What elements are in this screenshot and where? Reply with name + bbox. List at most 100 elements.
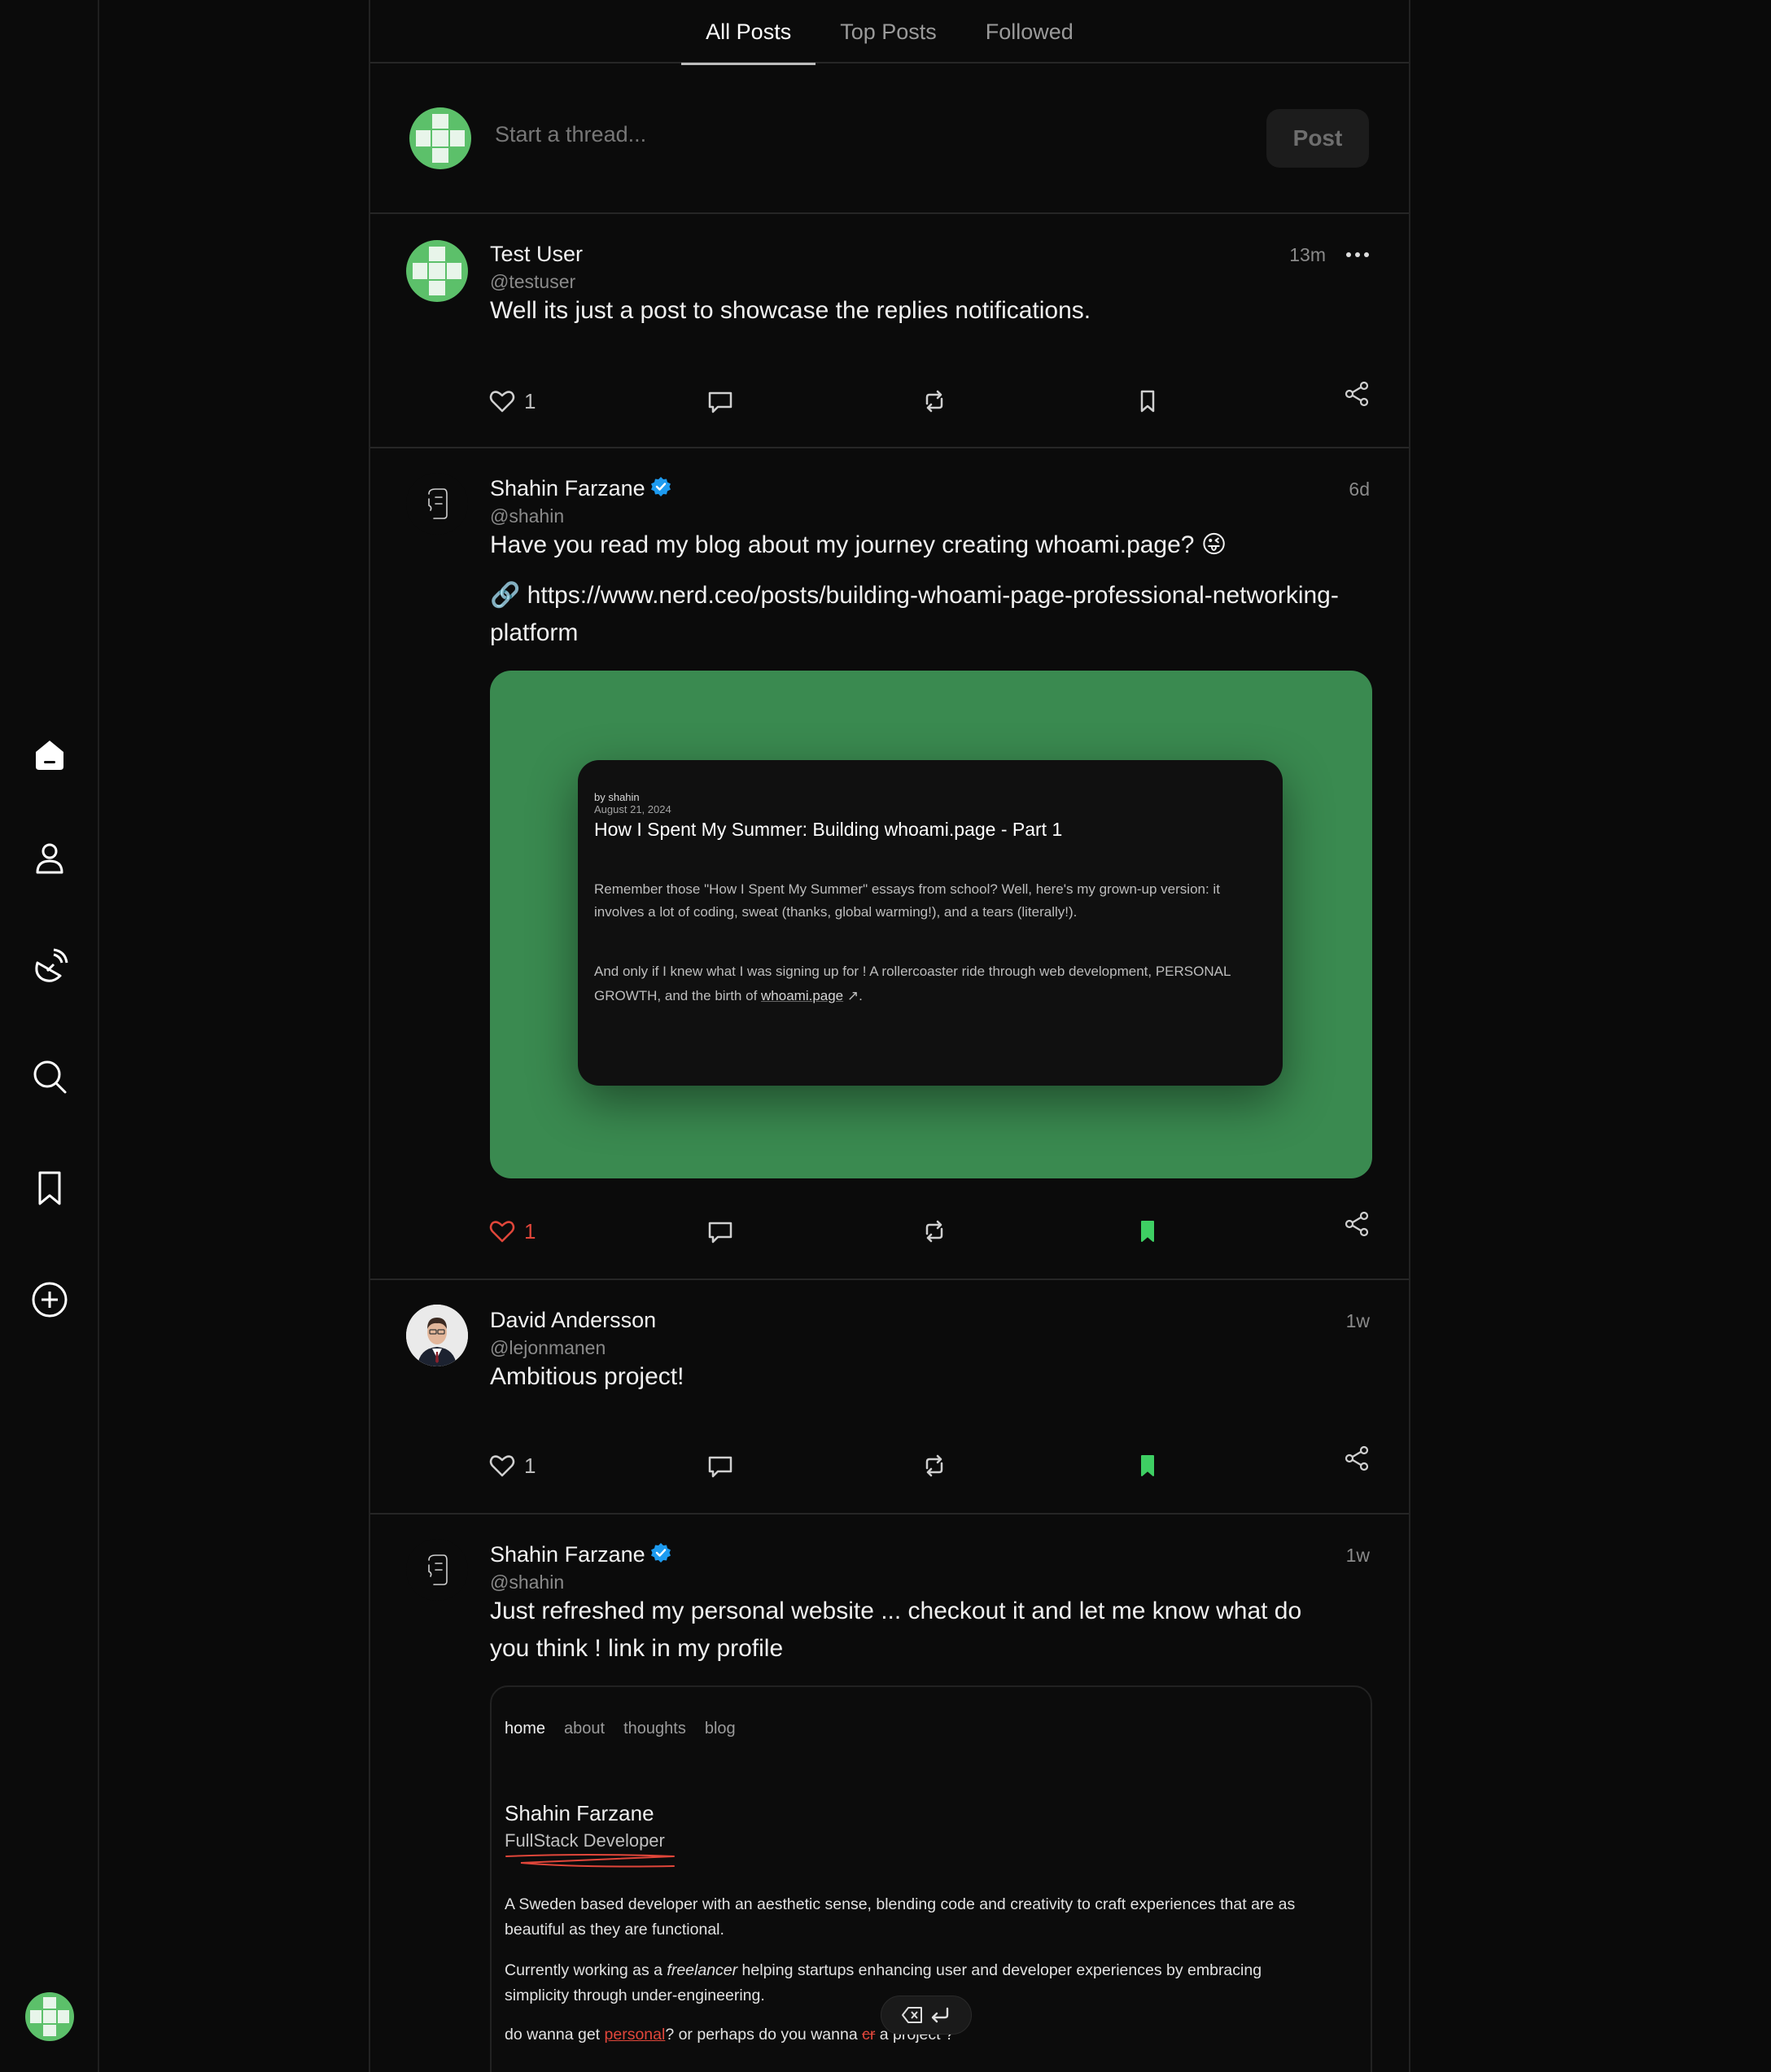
site-nav-blog: blog [704, 1720, 736, 1738]
like-count: 1 [524, 388, 536, 413]
comment-icon [708, 1222, 732, 1244]
site-nav: home about thoughts blog [505, 1720, 736, 1738]
keyboard-shortcut-hint [881, 1996, 972, 2035]
avatar[interactable] [406, 1305, 468, 1366]
share-icon [1345, 1445, 1369, 1471]
blog-date: August 21, 2024 [594, 803, 671, 815]
thread-input[interactable]: Start a thread... [495, 122, 646, 147]
search-nav-button[interactable] [0, 1056, 99, 1097]
bookmark-button[interactable] [1134, 1217, 1161, 1245]
post-time: 1w [1345, 1310, 1370, 1331]
reply-button[interactable] [706, 387, 734, 415]
plus-circle-icon [32, 1282, 68, 1318]
avatar[interactable] [406, 240, 468, 302]
post-card: Shahin Farzane @shahin 6d Have you read … [370, 448, 1409, 1280]
home-nav-button[interactable] [0, 734, 99, 775]
like-count: 1 [524, 1218, 536, 1244]
feed-tabs: All Posts Top Posts Followed [370, 0, 1409, 65]
avatar[interactable] [406, 1539, 468, 1601]
post-card: Shahin Farzane @shahin 1w Just refreshed… [370, 1515, 1409, 2072]
like-count: 1 [524, 1453, 536, 1478]
reply-button[interactable] [706, 1217, 734, 1245]
post-time: 1w [1345, 1545, 1370, 1566]
blog-author: by shahin [594, 791, 640, 803]
post-text: Have you read my blog about my journey c… [490, 531, 1227, 558]
share-button[interactable] [1343, 380, 1371, 408]
blog-preview-card: by shahin August 21, 2024 How I Spent My… [578, 760, 1283, 1086]
reply-button[interactable] [706, 1452, 734, 1480]
profile-nav-button[interactable] [0, 838, 99, 879]
composer: Start a thread... Post [370, 63, 1409, 214]
site-name: Shahin Farzane [505, 1801, 654, 1825]
bookmarks-nav-button[interactable] [0, 1168, 99, 1209]
share-button[interactable] [1343, 1445, 1371, 1472]
user-icon [36, 843, 63, 874]
sidebar [0, 0, 99, 2072]
author-name[interactable]: Shahin Farzane [490, 476, 671, 501]
post-link[interactable]: 🔗 https://www.nerd.ceo/posts/building-wh… [490, 577, 1345, 652]
repost-button[interactable] [920, 1217, 948, 1245]
heart-icon [489, 1221, 515, 1243]
account-avatar[interactable] [25, 1992, 74, 2041]
post-card: Test User @testuser 13m Well its just a … [370, 214, 1409, 448]
create-nav-button[interactable] [0, 1279, 99, 1320]
blog-title: How I Spent My Summer: Building whoami.p… [594, 819, 1063, 840]
comment-icon [708, 1456, 732, 1478]
share-icon [1345, 1211, 1369, 1237]
app-root: All Posts Top Posts Followed Start a thr… [0, 0, 1771, 2072]
enter-icon [931, 2007, 949, 2023]
underline-scribble-icon [505, 1854, 675, 1868]
post-card: David Andersson @lejonmanen 1w Ambitious… [370, 1280, 1409, 1515]
bookmark-button[interactable] [1134, 387, 1161, 415]
tab-top-posts[interactable]: Top Posts [816, 0, 961, 63]
share-button[interactable] [1343, 1210, 1371, 1238]
tab-followed[interactable]: Followed [961, 0, 1098, 63]
site-nav-thoughts: thoughts [623, 1720, 686, 1738]
heart-icon [489, 391, 515, 413]
author-name[interactable]: David Andersson [490, 1308, 656, 1333]
site-nav-about: about [564, 1720, 606, 1738]
post-text: Just refreshed my personal website ... c… [490, 1598, 1302, 1662]
bookmark-button[interactable] [1134, 1452, 1161, 1480]
activity-nav-button[interactable] [0, 946, 99, 987]
like-button[interactable]: 1 [488, 387, 536, 415]
author-handle[interactable]: @lejonmanen [490, 1337, 606, 1359]
satellite-dish-icon [35, 948, 68, 982]
author-name[interactable]: Test User [490, 242, 583, 267]
site-role: FullStack Developer [505, 1830, 665, 1851]
repost-button[interactable] [920, 1452, 948, 1480]
comment-icon [708, 391, 732, 413]
bookmark-icon [38, 1171, 61, 1205]
bookmark-filled-icon [1141, 1455, 1154, 1476]
blog-paragraph: Remember those "How I Spent My Summer" e… [594, 881, 1220, 920]
share-icon [1345, 381, 1369, 407]
like-button[interactable]: 1 [488, 1217, 536, 1245]
search-icon [33, 1060, 67, 1094]
post-button[interactable]: Post [1266, 109, 1369, 168]
link-preview-image[interactable]: by shahin August 21, 2024 How I Spent My… [490, 671, 1372, 1178]
bookmark-outline-icon [1140, 390, 1155, 413]
repost-icon [925, 1220, 943, 1243]
post-text: Ambitious project! [490, 1363, 684, 1390]
avatar[interactable] [406, 473, 468, 535]
author-handle[interactable]: @testuser [490, 271, 575, 293]
blog-link: whoami.page [761, 988, 844, 1003]
author-handle[interactable]: @shahin [490, 505, 564, 527]
like-button[interactable]: 1 [488, 1452, 536, 1480]
heart-icon [489, 1455, 515, 1477]
post-text: Well its just a post to showcase the rep… [490, 297, 1091, 324]
post-time: 13m [1289, 244, 1326, 265]
verified-badge-icon [650, 477, 671, 496]
blog-paragraph: And only if I knew what I was signing up… [594, 964, 1231, 1003]
repost-button[interactable] [920, 387, 948, 415]
author-name[interactable]: Shahin Farzane [490, 1542, 671, 1567]
more-options-icon[interactable] [1345, 248, 1370, 263]
site-paragraph: A Sweden based developer with an aesthet… [505, 1895, 1296, 1939]
home-icon [36, 741, 63, 770]
composer-avatar [409, 107, 471, 169]
site-nav-home: home [505, 1720, 546, 1738]
author-handle[interactable]: @shahin [490, 1571, 564, 1593]
tab-all-posts[interactable]: All Posts [681, 0, 816, 65]
repost-icon [925, 390, 943, 413]
bookmark-filled-icon [1141, 1221, 1154, 1242]
